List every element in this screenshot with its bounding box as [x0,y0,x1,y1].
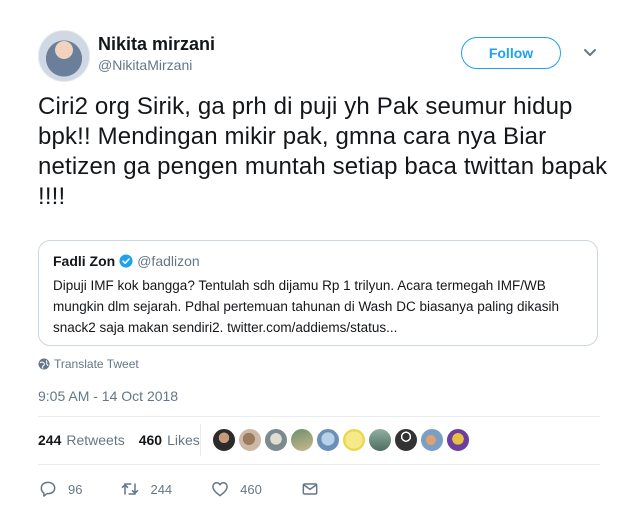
liker-avatar[interactable] [238,428,262,452]
engagement-stats: 244 Retweets 460 Likes [38,432,214,448]
likes-label: Likes [167,432,200,448]
reply-button[interactable]: 96 [38,479,82,499]
likers-avatars [212,428,472,452]
quoted-author-handle: @fadlizon [137,253,200,269]
retweet-count: 244 [150,481,173,497]
liker-avatar[interactable] [316,428,340,452]
quoted-tweet-header: Fadli Zon @fadlizon [53,251,583,271]
translate-tweet-link[interactable]: Translate Tweet [38,357,139,371]
quoted-tweet-text: Dipuji IMF kok bangga? Tentulah sdh dija… [53,278,560,335]
author-handle[interactable]: @NikitaMirzani [98,57,192,73]
liker-avatar[interactable] [342,428,366,452]
reply-icon [40,481,56,497]
retweets-stat[interactable]: 244 Retweets [38,432,125,448]
reply-count: 96 [68,481,83,497]
stats-separator [200,424,201,456]
globe-icon [38,358,50,370]
likes-stat[interactable]: 460 Likes [139,432,200,448]
direct-message-button[interactable] [300,479,330,499]
author-avatar[interactable] [38,30,90,82]
liker-avatar[interactable] [368,428,392,452]
retweet-icon [122,483,139,495]
translate-label: Translate Tweet [54,357,139,371]
divider-bottom [38,464,600,465]
verified-badge-icon [119,254,133,268]
quoted-author-name: Fadli Zon [53,253,116,269]
tweet-text: Ciri2 org Sirik, ga prh di puji yh Pak s… [38,93,608,210]
divider-top [38,416,600,417]
retweets-label: Retweets [66,432,125,448]
liker-avatar[interactable] [446,428,470,452]
quoted-tweet[interactable]: Fadli Zon @fadlizon Dipuji IMF kok bangg… [38,240,598,346]
liker-avatar[interactable] [290,428,314,452]
heart-icon [212,482,229,497]
retweet-button[interactable]: 244 [120,479,172,499]
liker-avatar[interactable] [394,428,418,452]
tweet-timestamp[interactable]: 9:05 AM - 14 Oct 2018 [38,388,178,404]
liker-avatar[interactable] [420,428,444,452]
like-button[interactable]: 460 [210,479,262,499]
chevron-down-icon[interactable] [580,42,600,62]
retweets-count: 244 [38,432,62,448]
liker-avatar[interactable] [212,428,236,452]
liker-avatar[interactable] [264,428,288,452]
envelope-icon [302,483,318,495]
author-name[interactable]: Nikita mirzani [98,34,215,55]
tweet-actions: 96 244 460 [38,479,368,499]
likes-count: 460 [138,432,163,448]
follow-button[interactable]: Follow [461,37,561,69]
like-count: 460 [240,481,262,497]
tweet-card: Nikita mirzani @NikitaMirzani Follow Cir… [0,0,640,522]
